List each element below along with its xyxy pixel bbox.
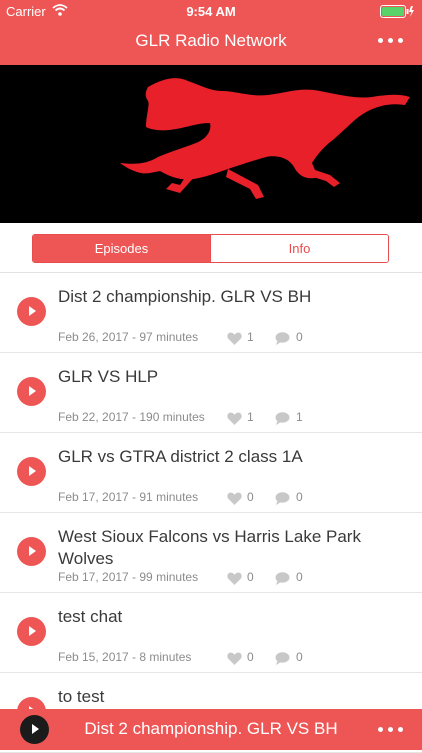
comment-icon[interactable]: [275, 332, 290, 345]
episode-title[interactable]: West Sioux Falcons vs Harris Lake Park W…: [58, 526, 404, 570]
segment-tabs: Episodes Info: [32, 234, 389, 263]
episode-title[interactable]: GLR vs GTRA district 2 class 1A: [58, 446, 404, 468]
likes-count: 0: [247, 490, 254, 504]
more-options-icon[interactable]: [378, 725, 404, 735]
list-item[interactable]: GLR VS HLP Feb 22, 2017 - 190 minutes 1 …: [0, 353, 422, 433]
likes-count: 0: [247, 570, 254, 584]
comment-icon[interactable]: [275, 572, 290, 585]
play-icon[interactable]: [17, 297, 46, 326]
mini-player[interactable]: Dist 2 championship. GLR VS BH: [0, 709, 422, 750]
comments-count: 0: [296, 330, 303, 344]
app-header: Carrier 9:54 AM GLR Radio Network: [0, 0, 422, 65]
episode-title[interactable]: test chat: [58, 606, 404, 628]
episode-title[interactable]: Dist 2 championship. GLR VS BH: [58, 286, 404, 308]
episode-meta: Feb 15, 2017 - 8 minutes: [58, 650, 192, 664]
page-title: GLR Radio Network: [135, 31, 287, 50]
likes-count: 1: [247, 330, 254, 344]
comment-icon[interactable]: [275, 652, 290, 665]
comments-count: 0: [296, 650, 303, 664]
heart-icon[interactable]: [227, 332, 242, 345]
status-bar: Carrier 9:54 AM: [0, 0, 422, 22]
comments-count: 1: [296, 410, 303, 424]
episode-meta: Feb 17, 2017 - 99 minutes: [58, 570, 199, 584]
episode-list: Dist 2 championship. GLR VS BH Feb 26, 2…: [0, 273, 422, 753]
comment-icon[interactable]: [275, 492, 290, 505]
comments-count: 0: [296, 570, 303, 584]
heart-icon[interactable]: [227, 492, 242, 505]
now-playing-title[interactable]: Dist 2 championship. GLR VS BH: [0, 719, 422, 739]
episode-meta: Feb 22, 2017 - 190 minutes: [58, 410, 205, 424]
list-item[interactable]: test chat Feb 15, 2017 - 8 minutes 0 0: [0, 593, 422, 673]
tab-info[interactable]: Info: [210, 235, 388, 262]
episode-meta: Feb 26, 2017 - 97 minutes: [58, 330, 199, 344]
play-icon[interactable]: [17, 537, 46, 566]
likes-count: 0: [247, 650, 254, 664]
comment-icon[interactable]: [275, 412, 290, 425]
play-icon[interactable]: [17, 377, 46, 406]
clock: 9:54 AM: [186, 4, 236, 19]
list-item[interactable]: Dist 2 championship. GLR VS BH Feb 26, 2…: [0, 273, 422, 353]
heart-icon[interactable]: [227, 652, 242, 665]
episode-title[interactable]: GLR VS HLP: [58, 366, 404, 388]
list-item[interactable]: GLR vs GTRA district 2 class 1A Feb 17, …: [0, 433, 422, 513]
episode-meta: Feb 17, 2017 - 91 minutes: [58, 490, 199, 504]
banner-image: [0, 65, 422, 223]
comments-count: 0: [296, 490, 303, 504]
more-options-icon[interactable]: [378, 36, 404, 46]
play-icon[interactable]: [17, 617, 46, 646]
likes-count: 1: [247, 410, 254, 424]
list-item[interactable]: West Sioux Falcons vs Harris Lake Park W…: [0, 513, 422, 593]
episode-title[interactable]: to test: [58, 686, 404, 708]
heart-icon[interactable]: [227, 412, 242, 425]
mustang-logo: [120, 78, 410, 199]
tab-episodes[interactable]: Episodes: [33, 235, 210, 262]
heart-icon[interactable]: [227, 572, 242, 585]
play-icon[interactable]: [17, 457, 46, 486]
battery-icon: [380, 5, 414, 18]
